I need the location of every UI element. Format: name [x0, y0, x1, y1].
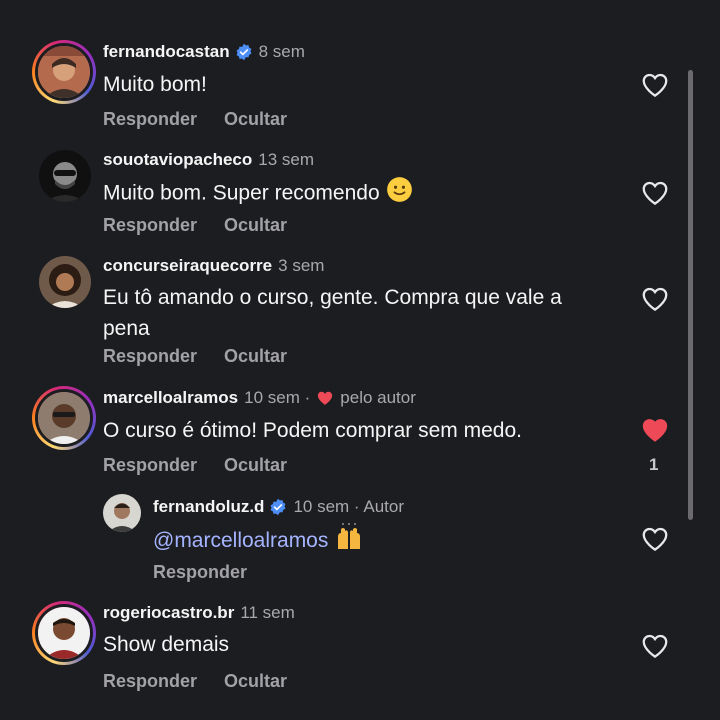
timestamp: 8 sem — [258, 42, 305, 61]
comment-text: Muito bom. Super recomendo — [103, 181, 380, 205]
username[interactable]: concurseiraquecorre — [103, 256, 272, 276]
username[interactable]: marcelloalramos — [103, 388, 238, 408]
comment-text: Eu tô amando o curso, gente. Compra que … — [103, 286, 562, 340]
heart-filled-icon[interactable] — [640, 415, 670, 445]
mention-link[interactable]: @marcelloalramos — [153, 529, 328, 552]
username[interactable]: rogeriocastro.br — [103, 603, 234, 623]
comment-text: O curso é ótimo! Podem comprar sem medo. — [103, 419, 522, 442]
comment-text: Muito bom! — [103, 73, 207, 96]
username[interactable]: fernandocastan — [103, 42, 230, 62]
hide-button[interactable]: Ocultar — [224, 671, 287, 692]
heart-icon[interactable] — [640, 631, 670, 661]
avatar[interactable] — [103, 494, 141, 532]
username[interactable]: souotaviopacheco — [103, 150, 252, 170]
reply-button[interactable]: Responder — [103, 455, 197, 476]
hide-button[interactable]: Ocultar — [224, 109, 287, 130]
scrollbar[interactable] — [688, 70, 693, 520]
timestamp: 10 sem · Autor — [293, 497, 405, 516]
hide-button[interactable]: Ocultar — [224, 215, 287, 236]
avatar[interactable] — [32, 601, 96, 665]
timestamp: 3 sem — [278, 256, 325, 275]
reply-button[interactable]: Responder — [103, 346, 197, 367]
timestamp: 11 sem — [240, 603, 295, 622]
avatar[interactable] — [39, 256, 91, 308]
reply-button[interactable]: Responder — [153, 562, 247, 583]
heart-icon[interactable] — [640, 524, 670, 554]
like-count: 1 — [649, 455, 659, 474]
avatar[interactable] — [32, 386, 96, 450]
avatar[interactable] — [32, 40, 96, 104]
raising-hands-icon — [334, 523, 364, 560]
reply-button[interactable]: Responder — [103, 215, 197, 236]
timestamp: 10 sem · — [244, 388, 311, 407]
verified-badge-icon — [269, 498, 287, 516]
heart-icon[interactable] — [640, 70, 670, 100]
hide-button[interactable]: Ocultar — [224, 346, 287, 367]
reply-button[interactable]: Responder — [103, 671, 197, 692]
hide-button[interactable]: Ocultar — [224, 455, 287, 476]
reply-button[interactable]: Responder — [103, 109, 197, 130]
avatar[interactable] — [39, 150, 91, 202]
timestamp: 13 sem — [258, 150, 315, 169]
verified-badge-icon — [235, 43, 253, 61]
heart-icon[interactable] — [640, 178, 670, 208]
comment-text: Show demais — [103, 633, 230, 656]
liked-by-author-label: pelo autor — [340, 388, 416, 407]
username[interactable]: fernandoluz.d — [153, 497, 264, 517]
slightly-smiling-face-icon — [386, 176, 413, 212]
liked-by-author-heart-icon — [318, 391, 333, 405]
heart-icon[interactable] — [640, 284, 670, 314]
